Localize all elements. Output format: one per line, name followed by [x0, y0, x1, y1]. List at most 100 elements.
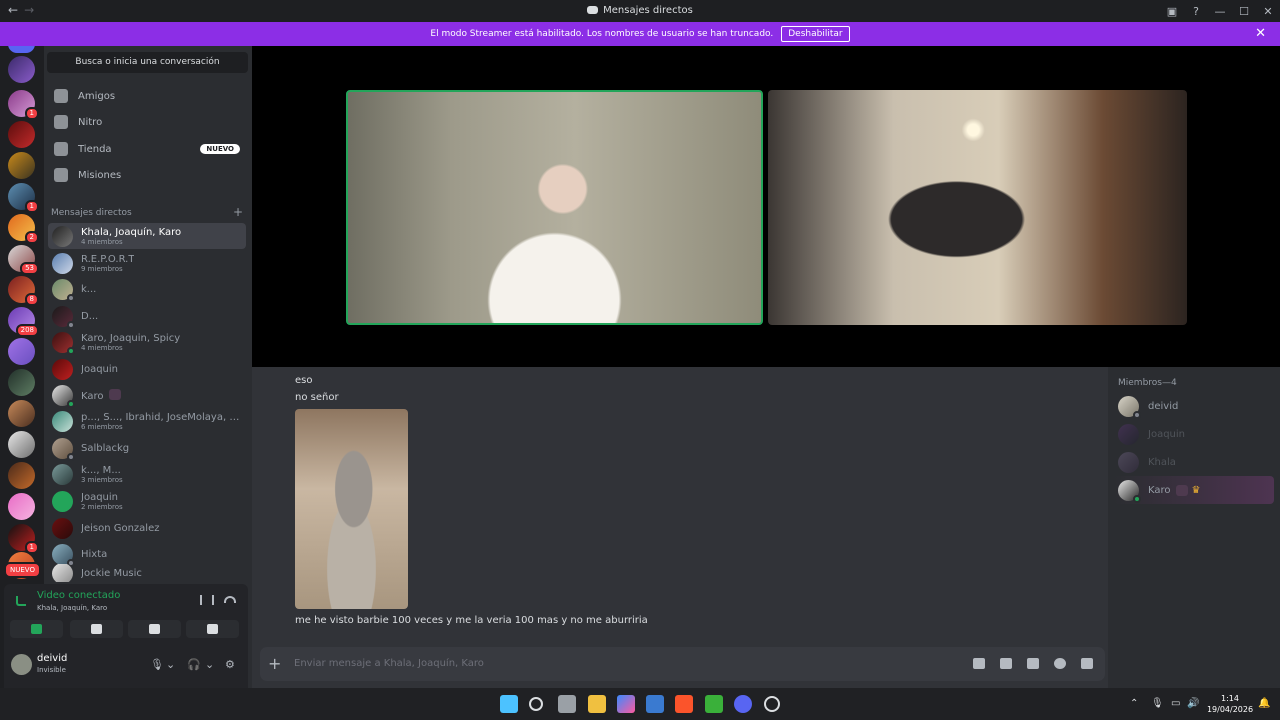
discord-taskbar-icon[interactable]	[734, 695, 752, 713]
avatar	[52, 463, 73, 485]
dm-item[interactable]: Jockie Music	[48, 564, 246, 582]
server-icon[interactable]: 1	[8, 183, 39, 213]
message-composer[interactable]: + Enviar mensaje a Khala, Joaquín, Karo	[260, 647, 1105, 681]
video-tile-speaking[interactable]	[346, 90, 763, 325]
dm-item[interactable]: Joaquin	[48, 356, 246, 382]
dm-item[interactable]: Joaquin 2 miembros	[48, 488, 246, 514]
status-dot	[1133, 494, 1141, 503]
nav-friends[interactable]: Amigos	[48, 83, 248, 109]
message-input-placeholder[interactable]: Enviar mensaje a Khala, Joaquín, Karo	[294, 658, 484, 669]
disconnect-icon[interactable]	[224, 596, 236, 603]
camera-button[interactable]	[10, 620, 63, 638]
clock-date: 19/04/2026	[1206, 705, 1254, 714]
server-icon[interactable]	[8, 56, 35, 83]
copilot-icon[interactable]	[617, 695, 635, 713]
minecraft-icon[interactable]	[705, 695, 723, 713]
dm-name: Jockie Music	[81, 567, 142, 579]
shop-icon	[54, 142, 68, 156]
chevron-down-icon[interactable]: ⌄	[166, 658, 177, 671]
gift-icon[interactable]	[973, 658, 985, 669]
dm-item[interactable]: Salblackg	[48, 435, 246, 461]
search-icon[interactable]	[529, 697, 543, 711]
microphone-icon[interactable]: 🎙	[150, 658, 164, 671]
dm-item[interactable]: k...	[48, 276, 246, 302]
nav-nitro[interactable]: Nitro	[48, 109, 248, 135]
nav-quests[interactable]: Misiones	[48, 162, 248, 188]
disable-streamer-button[interactable]: Deshabilitar	[781, 26, 850, 42]
steam-icon[interactable]	[764, 696, 780, 712]
close-window-icon[interactable]: ✕	[1256, 5, 1280, 18]
inbox-icon[interactable]: ▣	[1160, 5, 1184, 18]
voice-channel[interactable]: Khala, Joaquín, Karo	[37, 604, 107, 612]
notifications-icon[interactable]: 🔔	[1258, 698, 1270, 709]
gif-icon[interactable]	[1000, 658, 1012, 669]
user-panel: deivid Invisible 🎙 ⌄ 🎧 ⌄ ⚙	[4, 642, 248, 688]
dm-item[interactable]: p..., S..., Ibrahid, JoseMolaya, Jud... 6…	[48, 408, 246, 434]
minimize-icon[interactable]: —	[1208, 5, 1232, 18]
server-icon[interactable]: 53	[8, 245, 39, 275]
server-icon[interactable]: 1	[8, 524, 39, 554]
screen-share-button[interactable]	[70, 620, 123, 638]
server-icon[interactable]: 2	[8, 214, 39, 244]
create-dm-icon[interactable]: +	[233, 205, 243, 219]
avatar[interactable]	[11, 654, 32, 675]
member-item[interactable]: Karo ♛	[1114, 476, 1274, 504]
close-banner-icon[interactable]: ✕	[1255, 26, 1266, 41]
task-view-icon[interactable]	[558, 695, 576, 713]
server-icon[interactable]	[8, 493, 35, 520]
server-icon[interactable]: 8	[8, 276, 39, 306]
tray-mic-icon[interactable]: 🎙	[1151, 698, 1164, 709]
system-clock[interactable]: 1:14 19/04/2026	[1200, 693, 1260, 715]
dm-members-count: 6 miembros	[81, 422, 123, 431]
member-name: Joaquin	[1148, 428, 1185, 440]
server-icon[interactable]	[8, 338, 35, 365]
windows-start-icon[interactable]	[500, 695, 518, 713]
chevron-down-icon[interactable]: ⌄	[205, 658, 216, 671]
member-item[interactable]: Khala	[1114, 448, 1274, 476]
attach-plus-icon[interactable]: +	[268, 654, 281, 673]
nav-shop[interactable]: Tienda NUEVO	[48, 136, 248, 162]
video-tile[interactable]	[768, 90, 1187, 325]
member-item[interactable]: deivid	[1114, 392, 1274, 420]
file-explorer-icon[interactable]	[588, 695, 606, 713]
server-icon[interactable]	[8, 462, 35, 489]
sticker-icon[interactable]	[1027, 658, 1039, 669]
soundboard-button[interactable]	[186, 620, 239, 638]
server-icon[interactable]	[8, 121, 35, 148]
dm-item[interactable]: Jeison Gonzalez	[48, 515, 246, 541]
dm-item[interactable]: k..., M... 3 miembros	[48, 461, 246, 487]
user-name[interactable]: deivid	[37, 653, 67, 664]
dm-item[interactable]: Karo, Joaquin, Spicy 4 miembros	[48, 329, 246, 355]
noise-suppression-icon[interactable]	[200, 595, 214, 605]
friends-icon	[54, 89, 68, 103]
store-icon[interactable]	[646, 695, 664, 713]
server-icon[interactable]	[8, 152, 35, 179]
quests-icon	[54, 168, 68, 182]
server-icon[interactable]	[8, 369, 35, 396]
nav-label: Nitro	[78, 116, 103, 128]
server-icon[interactable]: 208	[8, 307, 39, 337]
signal-icon[interactable]	[16, 596, 26, 606]
message-image-attachment[interactable]	[295, 409, 408, 609]
tray-expand-icon[interactable]: ⌃	[1130, 698, 1138, 709]
brave-browser-icon[interactable]	[675, 695, 693, 713]
network-icon[interactable]: ▭	[1171, 698, 1180, 709]
settings-gear-icon[interactable]: ⚙	[225, 658, 236, 671]
dm-item[interactable]: Khala, Joaquín, Karo 4 miembros	[48, 223, 246, 249]
activities-button[interactable]	[128, 620, 181, 638]
search-button[interactable]: Busca o inicia una conversación	[47, 52, 248, 73]
apps-icon[interactable]	[1081, 658, 1093, 669]
headphones-icon[interactable]: 🎧	[187, 658, 201, 671]
server-icon[interactable]	[8, 400, 35, 427]
dm-item[interactable]: D...	[48, 303, 246, 329]
server-icon[interactable]	[8, 431, 35, 458]
member-item[interactable]: Joaquin	[1114, 420, 1274, 448]
dm-item[interactable]: R.E.P.O.R.T 9 miembros	[48, 250, 246, 276]
maximize-icon[interactable]: ☐	[1232, 5, 1256, 18]
dm-item[interactable]: Karo	[48, 382, 246, 408]
server-icon[interactable]: 1	[8, 90, 39, 120]
volume-icon[interactable]: 🔊	[1187, 698, 1199, 709]
voice-status[interactable]: Video conectado	[37, 590, 120, 601]
help-icon[interactable]: ?	[1184, 5, 1208, 18]
emoji-icon[interactable]	[1054, 658, 1066, 669]
